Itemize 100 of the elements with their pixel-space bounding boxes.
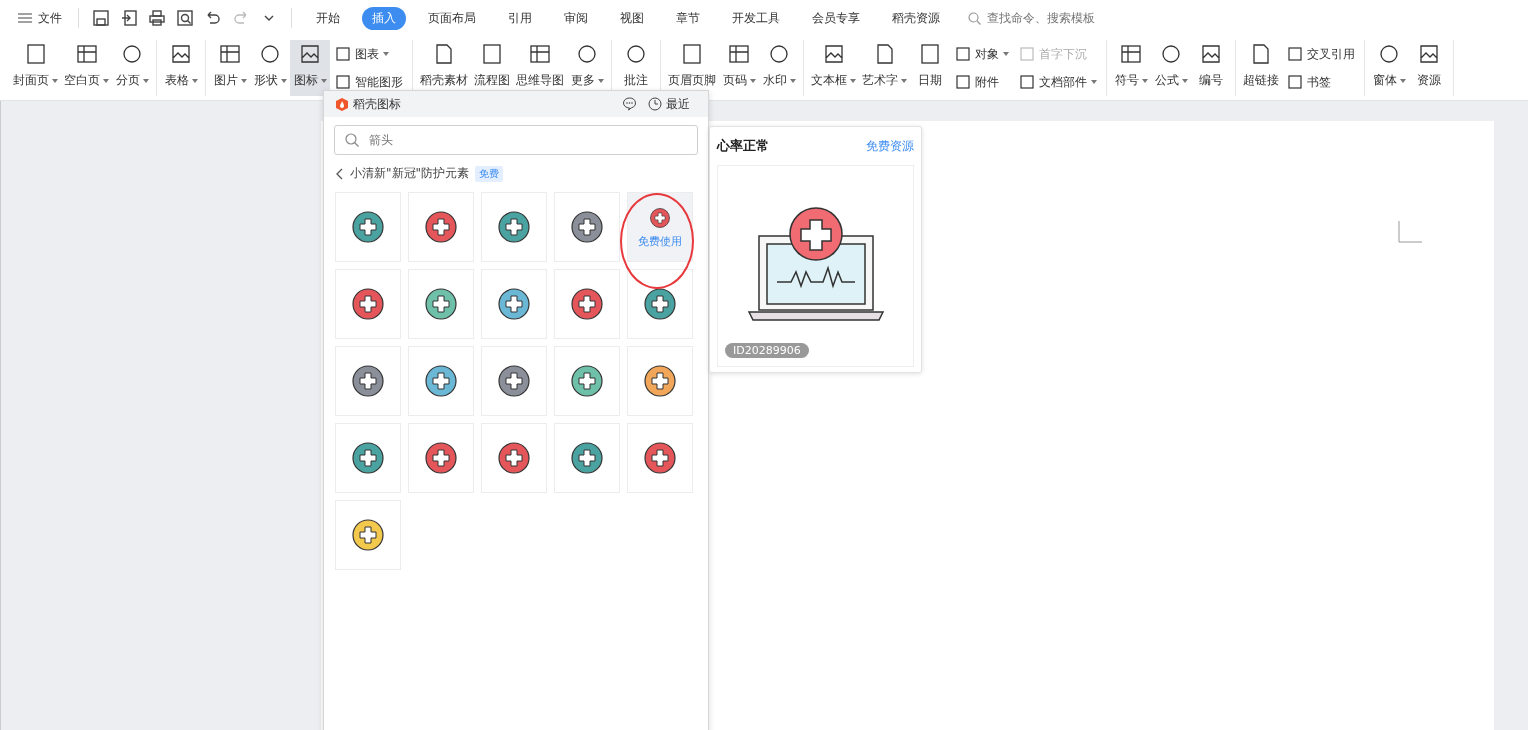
ribbon-button[interactable]: 资源 [1409, 40, 1449, 96]
file-menu[interactable]: 文件 [12, 7, 68, 29]
tool-icon [1119, 42, 1143, 66]
ribbon-button[interactable]: 图表 [333, 45, 405, 63]
ribbon-button[interactable]: 超链接 [1240, 40, 1282, 96]
ribbon-button[interactable]: 对象 [953, 45, 1011, 63]
free-resource-link[interactable]: 免费资源 [866, 137, 914, 155]
ribbon-button[interactable]: 流程图 [471, 40, 513, 96]
icon-tile[interactable] [335, 269, 401, 339]
ribbon-button[interactable]: 思维导图 [513, 40, 567, 96]
icon-tile[interactable] [554, 192, 620, 262]
icon-tile[interactable] [481, 346, 547, 416]
ribbon-button[interactable]: 更多 [567, 40, 607, 96]
caret-icon [320, 78, 327, 83]
caret-icon [597, 78, 604, 83]
ribbon-button[interactable]: 公式 [1151, 40, 1191, 96]
ribbon-tab[interactable]: 稻壳资源 [882, 6, 950, 30]
icon-search-field[interactable]: 箭头 [334, 125, 698, 155]
caret-icon [1141, 78, 1148, 83]
save-icon[interactable] [92, 9, 110, 27]
back-chevron-icon[interactable] [336, 167, 344, 180]
ribbon-button[interactable]: 图标 [290, 40, 330, 96]
ribbon-button[interactable]: 分页 [112, 40, 152, 96]
tool-icon [335, 74, 351, 90]
caret-icon [142, 78, 149, 83]
ribbon-button[interactable]: 艺术字 [859, 40, 910, 96]
ribbon-button[interactable]: 图片 [210, 40, 250, 96]
command-search-field[interactable]: 查找命令、搜索模板 [985, 10, 1119, 26]
ribbon-tab[interactable]: 章节 [666, 6, 710, 30]
caret-icon [280, 78, 287, 83]
ribbon-button[interactable]: 附件 [953, 73, 1011, 91]
ribbon-button[interactable]: 稻壳素材 [417, 40, 471, 96]
ribbon-tab[interactable]: 开始 [306, 6, 350, 30]
ribbon-tab[interactable]: 开发工具 [722, 6, 790, 30]
tool-icon [74, 42, 99, 66]
icon-tile[interactable] [554, 423, 620, 493]
icon-tile[interactable] [627, 346, 693, 416]
ribbon-button[interactable]: 批注 [616, 40, 656, 96]
ribbon-button[interactable]: 编号 [1191, 40, 1231, 96]
ribbon-button[interactable]: 日期 [910, 40, 950, 96]
ribbon-tab[interactable]: 审阅 [554, 6, 598, 30]
logo-icon [336, 97, 348, 111]
ribbon-button[interactable]: 页码 [719, 40, 759, 96]
ribbon-button[interactable]: 交叉引用 [1285, 45, 1357, 63]
ribbon-button[interactable]: 表格 [161, 40, 201, 96]
ribbon-button[interactable]: 形状 [250, 40, 290, 96]
icon-tile[interactable] [481, 423, 547, 493]
icon-tile[interactable] [335, 192, 401, 262]
caret-icon [240, 78, 247, 83]
preview-icon[interactable] [176, 9, 194, 27]
ribbon-button[interactable]: 封面页 [10, 40, 61, 96]
tool-icon [528, 42, 552, 66]
ribbon-tab[interactable]: 视图 [610, 6, 654, 30]
ribbon-button[interactable]: 窗体 [1369, 40, 1409, 96]
ribbon-tab[interactable]: 引用 [498, 6, 542, 30]
tool-icon [1287, 46, 1303, 62]
ribbon-button[interactable]: 智能图形 [333, 73, 405, 91]
ribbon-button[interactable]: 空白页 [61, 40, 112, 96]
tool-icon [727, 42, 751, 66]
caret-icon [52, 78, 58, 83]
print-icon[interactable] [148, 9, 166, 27]
recent-button[interactable]: 最近 [642, 94, 696, 114]
tool-icon [258, 42, 282, 66]
caret-icon [749, 78, 756, 83]
tool-icon [955, 46, 971, 62]
icon-tile[interactable] [554, 269, 620, 339]
icon-tile[interactable] [408, 192, 474, 262]
ribbon-button[interactable]: 页眉页脚 [665, 40, 719, 96]
tool-icon [480, 42, 504, 66]
tool-icon [169, 42, 193, 66]
ribbon-button[interactable]: 水印 [759, 40, 799, 96]
tool-icon [624, 42, 648, 66]
ribbon-button[interactable]: 文本框 [808, 40, 859, 96]
ribbon-button[interactable]: 文档部件 [1017, 73, 1099, 91]
tool-icon [1287, 74, 1303, 90]
caret-icon [850, 78, 856, 83]
tool-icon [1019, 46, 1035, 62]
icon-tile[interactable] [627, 423, 693, 493]
tool-icon [1377, 42, 1401, 66]
icon-tile[interactable] [335, 346, 401, 416]
icon-tile[interactable] [554, 346, 620, 416]
icon-tile[interactable] [481, 192, 547, 262]
icon-tile[interactable] [408, 269, 474, 339]
search-icon [968, 11, 981, 25]
chat-icon[interactable] [622, 97, 637, 111]
caret-icon [1091, 80, 1097, 84]
icon-tile[interactable] [481, 269, 547, 339]
ribbon-tab[interactable]: 页面布局 [418, 6, 486, 30]
icon-tile[interactable] [627, 269, 693, 339]
icon-tile[interactable] [408, 423, 474, 493]
tool-icon [218, 42, 242, 66]
ribbon-button[interactable]: 符号 [1111, 40, 1151, 96]
ribbon-button[interactable]: 书签 [1285, 73, 1357, 91]
icon-tile[interactable] [408, 346, 474, 416]
caret-icon [103, 78, 109, 83]
preview-title: 心率正常 [717, 137, 769, 155]
icon-tile[interactable] [335, 423, 401, 493]
export-icon[interactable] [120, 9, 138, 27]
icon-tile[interactable] [335, 500, 401, 570]
ribbon-tab[interactable]: 会员专享 [802, 6, 870, 30]
